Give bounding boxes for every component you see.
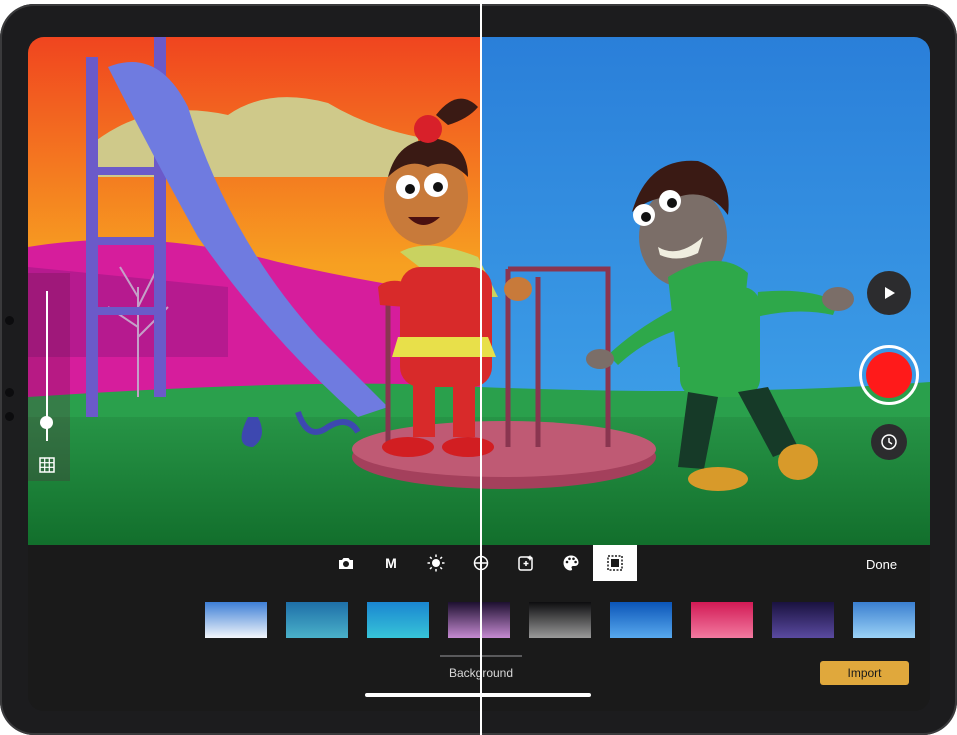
record-indicator — [866, 352, 912, 398]
play-icon — [885, 287, 895, 299]
sun-icon — [427, 554, 445, 572]
exposure-slider-panel — [28, 273, 70, 481]
record-button[interactable] — [859, 345, 919, 405]
brightness-tool-button[interactable] — [414, 545, 458, 581]
sensor-dot — [5, 316, 14, 325]
sensor-dot — [5, 388, 14, 397]
camera-tool-button[interactable] — [324, 545, 368, 581]
background-thumbnail-blue-sparkle[interactable] — [853, 602, 915, 638]
background-thumbnail-planet-horizon[interactable] — [448, 602, 510, 638]
sensor-dot — [5, 412, 14, 421]
ipad-frame: M Done Import — [0, 4, 957, 735]
background-thumbnail-clouds-sky[interactable] — [205, 602, 267, 638]
home-indicator — [365, 693, 591, 697]
before-after-divider[interactable] — [480, 0, 482, 735]
camera-viewfinder — [28, 37, 930, 545]
overlay-tool-button[interactable] — [504, 545, 548, 581]
done-button[interactable]: Done — [866, 557, 897, 572]
play-button[interactable] — [867, 271, 911, 315]
manual-mode-label: M — [385, 555, 397, 571]
grid-icon[interactable] — [38, 456, 56, 474]
timer-button[interactable] — [871, 424, 907, 460]
color-tool-button[interactable] — [549, 545, 593, 581]
background-thumbnail-pink-bokeh[interactable] — [691, 602, 753, 638]
background-tool-button[interactable] — [593, 545, 637, 581]
palette-icon — [563, 555, 579, 571]
background-thumbnail-moon-surface[interactable] — [529, 602, 591, 638]
import-button[interactable]: Import — [820, 661, 909, 685]
stop-motion-scene — [28, 37, 930, 545]
background-thumbnail-blue-gradient[interactable] — [610, 602, 672, 638]
background-thumbnail-tropical-sea[interactable] — [367, 602, 429, 638]
manual-mode-button[interactable]: M — [369, 545, 413, 581]
bottom-toolbar: M Done Import — [28, 545, 930, 711]
clock-icon — [881, 434, 897, 450]
background-thumbnail-nebula[interactable] — [772, 602, 834, 638]
app-screen: M Done Import — [28, 37, 930, 711]
background-thumbnail-coral-reef[interactable] — [286, 602, 348, 638]
background-icon — [607, 555, 623, 571]
overlay-add-icon — [518, 555, 533, 571]
exposure-slider-thumb[interactable] — [40, 415, 53, 429]
camera-icon — [339, 558, 353, 569]
